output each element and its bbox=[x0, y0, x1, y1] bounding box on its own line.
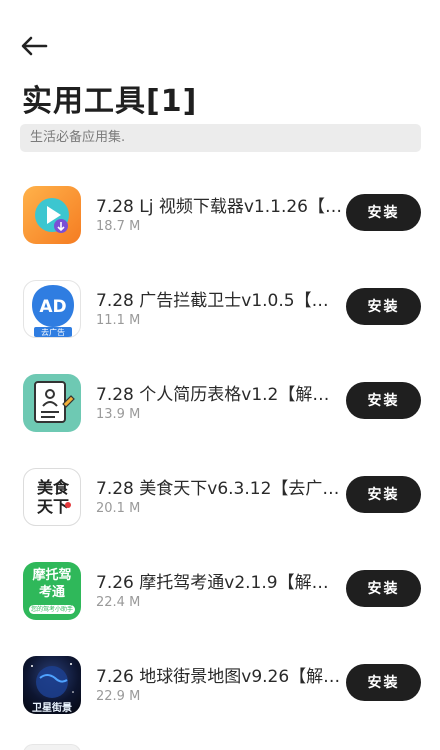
list-item[interactable]: AD 去广告 7.28 广告拦截卫士v1.0.5【去广告版】 11.1 M 安装 bbox=[0, 262, 440, 356]
partial-list-item bbox=[23, 744, 81, 750]
app-name: 7.26 地球街景地图v9.26【解锁会员版】 bbox=[96, 667, 342, 687]
svg-text:去广告: 去广告 bbox=[41, 327, 65, 337]
install-button[interactable]: 安装 bbox=[346, 382, 421, 419]
moto-icon-caption: 您的驾考小助手 bbox=[29, 605, 75, 614]
list-item[interactable]: 7.28 个人简历表格v1.2【解锁会员版】 13.9 M 安装 bbox=[0, 356, 440, 450]
app-name: 7.28 Lj 视频下载器v1.1.26【免费无广告版】 bbox=[96, 197, 342, 217]
back-button[interactable] bbox=[18, 30, 50, 62]
app-size: 18.7 M bbox=[96, 219, 141, 234]
street-view-icon: 卫星街景 bbox=[23, 656, 81, 714]
list-item[interactable]: 7.28 Lj 视频下载器v1.1.26【免费无广告版】 18.7 M 安装 bbox=[0, 168, 440, 262]
app-size: 22.4 M bbox=[96, 595, 141, 610]
list-item[interactable]: 摩托驾考通 您的驾考小助手 7.26 摩托驾考通v2.1.9【解锁会员版】 22… bbox=[0, 544, 440, 638]
install-button[interactable]: 安装 bbox=[346, 570, 421, 607]
ad-block-icon: AD 去广告 bbox=[23, 280, 81, 338]
food-icon: 美食天下 bbox=[23, 468, 81, 526]
page-title: 实用工具[1] bbox=[22, 84, 198, 119]
svg-text:AD: AD bbox=[39, 297, 66, 317]
arrow-left-icon bbox=[21, 36, 48, 56]
app-size: 11.1 M bbox=[96, 313, 141, 328]
app-name: 7.28 个人简历表格v1.2【解锁会员版】 bbox=[96, 385, 342, 405]
app-list: 7.28 Lj 视频下载器v1.1.26【免费无广告版】 18.7 M 安装 A… bbox=[0, 168, 440, 732]
list-item[interactable]: 卫星街景 7.26 地球街景地图v9.26【解锁会员版】 22.9 M 安装 bbox=[0, 638, 440, 732]
app-size: 20.1 M bbox=[96, 501, 141, 516]
list-item[interactable]: 美食天下 7.28 美食天下v6.3.12【去广告版】 20.1 M 安装 bbox=[0, 450, 440, 544]
app-name: 7.26 摩托驾考通v2.1.9【解锁会员版】 bbox=[96, 573, 342, 593]
app-size: 22.9 M bbox=[96, 689, 141, 704]
app-size: 13.9 M bbox=[96, 407, 141, 422]
install-button[interactable]: 安装 bbox=[346, 288, 421, 325]
street-view-icon-caption: 卫星街景 bbox=[32, 703, 72, 714]
install-button[interactable]: 安装 bbox=[346, 664, 421, 701]
video-download-icon bbox=[23, 186, 81, 244]
app-name: 7.28 广告拦截卫士v1.0.5【去广告版】 bbox=[96, 291, 342, 311]
app-name: 7.28 美食天下v6.3.12【去广告版】 bbox=[96, 479, 342, 499]
moto-exam-icon: 摩托驾考通 您的驾考小助手 bbox=[23, 562, 81, 620]
moto-icon-text: 摩托驾考通 bbox=[32, 568, 72, 600]
food-icon-text: 美食天下 bbox=[36, 478, 69, 516]
install-button[interactable]: 安装 bbox=[346, 476, 421, 513]
resume-icon bbox=[23, 374, 81, 432]
page-subtitle: 生活必备应用集. bbox=[20, 124, 421, 152]
install-button[interactable]: 安装 bbox=[346, 194, 421, 231]
